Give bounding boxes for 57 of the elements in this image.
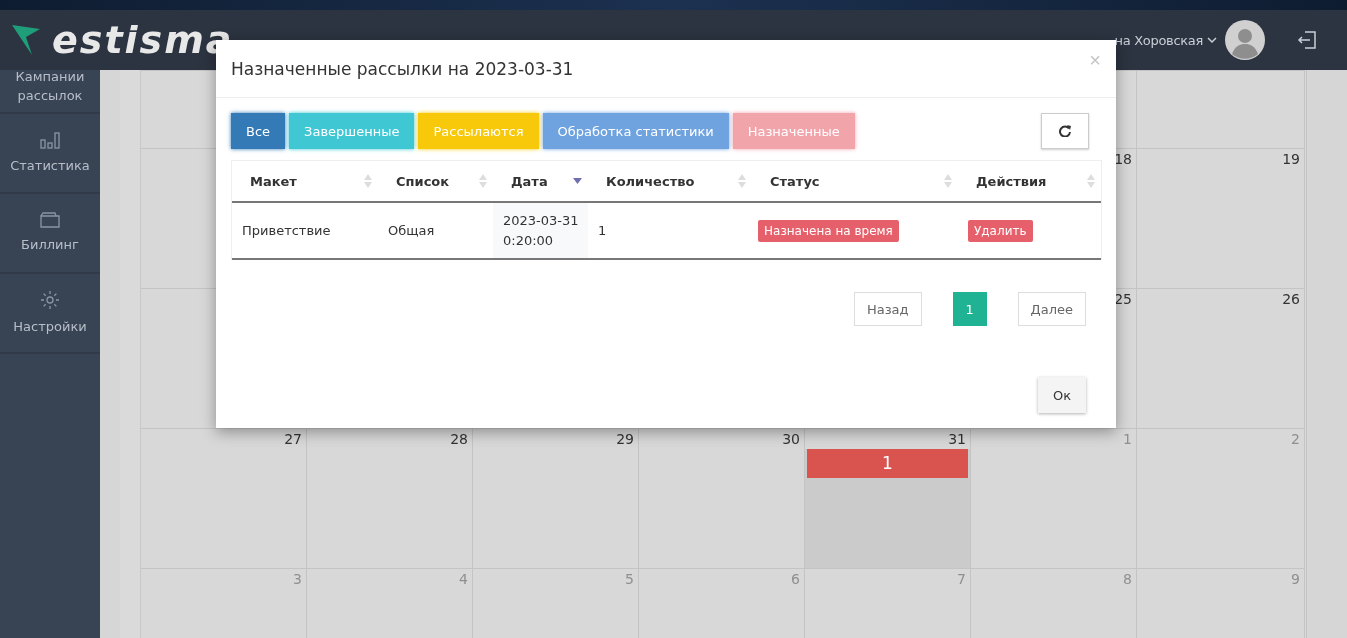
day-number: 1	[1123, 431, 1133, 447]
sidebar-item[interactable]: Кампании рассылок	[0, 68, 100, 106]
table-cell: 2023-03-31 0:20:00	[493, 203, 588, 258]
bar-chart-icon	[40, 130, 60, 149]
column-header[interactable]: Дата	[493, 161, 588, 201]
column-header[interactable]: Действия	[958, 161, 1101, 201]
day-number: 3	[293, 571, 303, 587]
day-number: 6	[791, 571, 801, 587]
column-header[interactable]: Статус	[752, 161, 958, 201]
next-button[interactable]: Далее	[1017, 292, 1086, 326]
column-label: Действия	[976, 173, 1047, 189]
day-number: 26	[1282, 291, 1301, 307]
column-header[interactable]: Количество	[588, 161, 752, 201]
chevron-down-icon[interactable]	[1207, 36, 1217, 44]
table-cell-text: 1	[597, 223, 608, 238]
prev-button[interactable]: Назад	[853, 292, 922, 326]
sidebar-item[interactable]: Настройки	[13, 317, 87, 337]
logout-icon[interactable]	[1297, 30, 1317, 50]
day-number: 4	[459, 571, 469, 587]
column-header[interactable]: Список	[378, 161, 493, 201]
ok-button[interactable]: Ок	[1037, 377, 1086, 413]
day-number: 18	[1114, 151, 1133, 167]
column-label: Статус	[770, 173, 820, 189]
event-bar[interactable]: 1	[807, 449, 968, 478]
table-cell-text: Приветствие	[241, 223, 332, 238]
day-number: 8	[1123, 571, 1133, 587]
refresh-button[interactable]	[1041, 113, 1089, 149]
day-number: 28	[450, 431, 469, 447]
settings-icon	[40, 289, 60, 310]
column-label: Количество	[606, 173, 695, 189]
column-header[interactable]: Макет	[232, 161, 378, 201]
day-number: 19	[1282, 151, 1301, 167]
wallet-icon	[40, 211, 60, 228]
table-cell-text: Общая	[387, 223, 436, 238]
refresh-icon	[1059, 125, 1071, 137]
day-number: 27	[284, 431, 303, 447]
delete-button[interactable]: Удалить	[968, 219, 1033, 242]
user-name[interactable]: на Хоровская	[1114, 32, 1203, 48]
column-label: Список	[396, 173, 450, 189]
day-number: 9	[1291, 571, 1301, 587]
sidebar-item[interactable]: Биллинг	[21, 235, 79, 255]
day-number: 7	[957, 571, 967, 587]
day-number: 5	[625, 571, 635, 587]
status-badge: Назначена на время	[758, 219, 899, 242]
day-number: 25	[1114, 291, 1133, 307]
column-label: Дата	[511, 173, 548, 189]
day-number: 31	[948, 431, 967, 447]
column-label: Макет	[250, 173, 297, 189]
modal-title: Назначенные рассылки на 2023-03-31	[231, 58, 574, 79]
day-number: 30	[782, 431, 801, 447]
avatar[interactable]	[1225, 20, 1265, 60]
calendar-day-cell[interactable]	[1137, 70, 1305, 148]
day-number: 29	[616, 431, 635, 447]
sidebar-item[interactable]: Статистика	[10, 156, 90, 176]
day-number: 2	[1291, 431, 1301, 447]
filter-button[interactable]: Все	[231, 113, 286, 149]
logo-icon	[12, 25, 40, 55]
